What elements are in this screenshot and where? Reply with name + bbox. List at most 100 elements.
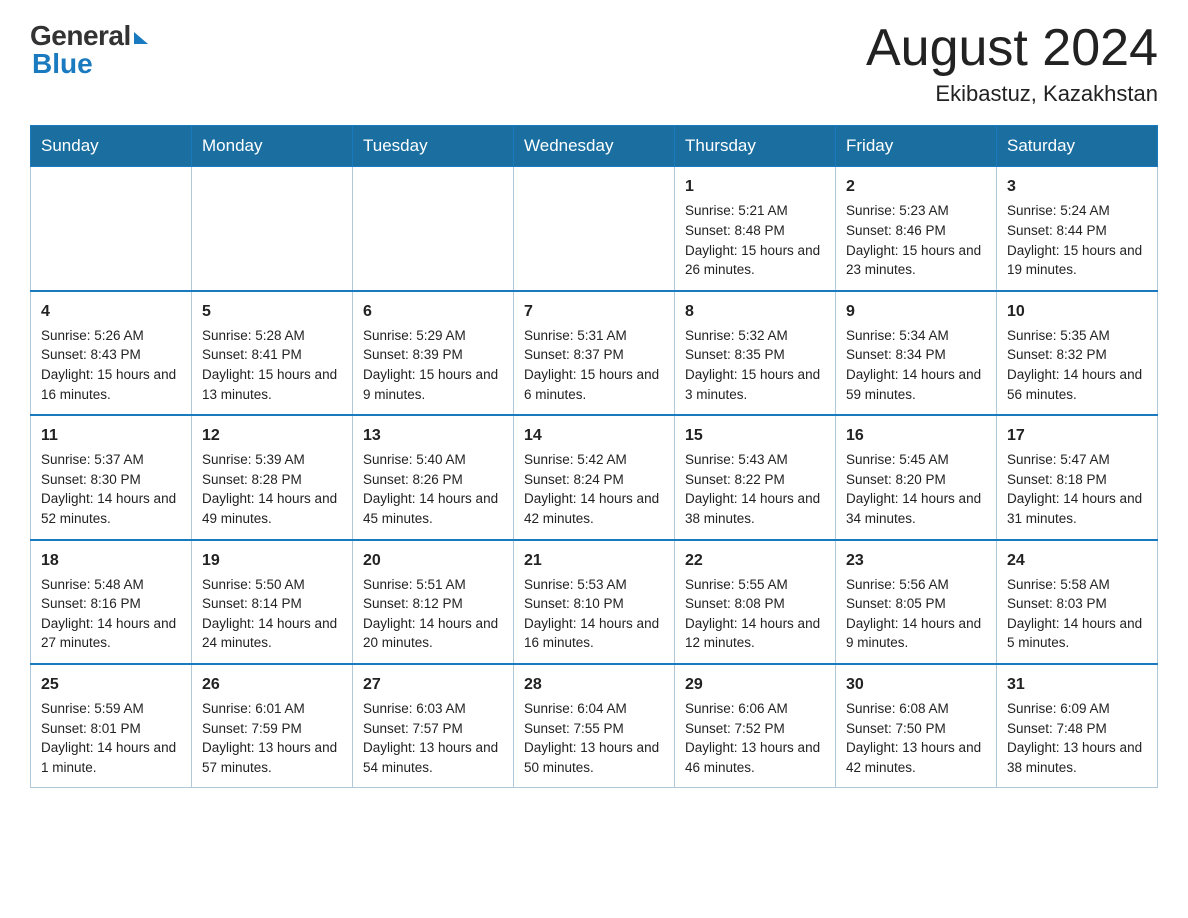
day-info: Sunrise: 5:24 AMSunset: 8:44 PMDaylight:…: [1007, 201, 1147, 279]
day-info: Sunrise: 5:37 AMSunset: 8:30 PMDaylight:…: [41, 450, 181, 528]
title-block: August 2024 Ekibastuz, Kazakhstan: [866, 20, 1158, 107]
day-number: 6: [363, 300, 503, 323]
day-number: 5: [202, 300, 342, 323]
calendar-cell: 26 Sunrise: 6:01 AMSunset: 7:59 PMDayligh…: [192, 664, 353, 788]
calendar-cell: 17 Sunrise: 5:47 AMSunset: 8:18 PMDayligh…: [997, 415, 1158, 539]
day-number: 17: [1007, 424, 1147, 447]
day-number: 23: [846, 549, 986, 572]
calendar-cell: 19Sunrise: 5:50 AMSunset: 8:14 PMDayligh…: [192, 540, 353, 664]
day-number: 15: [685, 424, 825, 447]
day-number: 7: [524, 300, 664, 323]
day-number: 31: [1007, 673, 1147, 696]
calendar-cell: 24Sunrise: 5:58 AMSunset: 8:03 PMDayligh…: [997, 540, 1158, 664]
day-number: 4: [41, 300, 181, 323]
day-number: 8: [685, 300, 825, 323]
day-info: Sunrise: 6:08 AMSunset: 7:50 PMDaylight:…: [846, 699, 986, 777]
day-info: Sunrise: 5:42 AMSunset: 8:24 PMDaylight:…: [524, 450, 664, 528]
location-text: Ekibastuz, Kazakhstan: [866, 81, 1158, 107]
day-info: Sunrise: 6:06 AMSunset: 7:52 PMDaylight:…: [685, 699, 825, 777]
calendar-cell: 4 Sunrise: 5:26 AMSunset: 8:43 PMDaylight…: [31, 291, 192, 415]
calendar-cell: 5 Sunrise: 5:28 AMSunset: 8:41 PMDaylight…: [192, 291, 353, 415]
calendar-cell: 12 Sunrise: 5:39 AMSunset: 8:28 PMDayligh…: [192, 415, 353, 539]
day-info: Sunrise: 5:56 AMSunset: 8:05 PMDaylight:…: [846, 575, 986, 653]
day-info: Sunrise: 5:35 AMSunset: 8:32 PMDaylight:…: [1007, 326, 1147, 404]
day-info: Sunrise: 6:09 AMSunset: 7:48 PMDaylight:…: [1007, 699, 1147, 777]
calendar-cell: [353, 167, 514, 291]
calendar-cell: 10 Sunrise: 5:35 AMSunset: 8:32 PMDayligh…: [997, 291, 1158, 415]
calendar-cell: 27 Sunrise: 6:03 AMSunset: 7:57 PMDayligh…: [353, 664, 514, 788]
day-info: Sunrise: 5:51 AMSunset: 8:12 PMDaylight:…: [363, 575, 503, 653]
day-number: 12: [202, 424, 342, 447]
day-info: Sunrise: 6:04 AMSunset: 7:55 PMDaylight:…: [524, 699, 664, 777]
day-info: Sunrise: 5:47 AMSunset: 8:18 PMDaylight:…: [1007, 450, 1147, 528]
calendar-cell: 28 Sunrise: 6:04 AMSunset: 7:55 PMDayligh…: [514, 664, 675, 788]
calendar-week-row: 18 Sunrise: 5:48 AMSunset: 8:16 PMDayligh…: [31, 540, 1158, 664]
day-number: 10: [1007, 300, 1147, 323]
day-info: Sunrise: 5:21 AMSunset: 8:48 PMDaylight:…: [685, 201, 825, 279]
calendar-header-wednesday: Wednesday: [514, 126, 675, 167]
calendar-cell: 1 Sunrise: 5:21 AMSunset: 8:48 PMDaylight…: [675, 167, 836, 291]
day-number: 27: [363, 673, 503, 696]
day-number: 28: [524, 673, 664, 696]
calendar-cell: 18 Sunrise: 5:48 AMSunset: 8:16 PMDayligh…: [31, 540, 192, 664]
calendar-cell: [192, 167, 353, 291]
day-info: Sunrise: 5:39 AMSunset: 8:28 PMDaylight:…: [202, 450, 342, 528]
day-info: Sunrise: 5:26 AMSunset: 8:43 PMDaylight:…: [41, 326, 181, 404]
calendar-cell: 11 Sunrise: 5:37 AMSunset: 8:30 PMDayligh…: [31, 415, 192, 539]
calendar-cell: 23 Sunrise: 5:56 AMSunset: 8:05 PMDayligh…: [836, 540, 997, 664]
day-info: Sunrise: 5:53 AMSunset: 8:10 PMDaylight:…: [524, 575, 664, 653]
day-number: 9: [846, 300, 986, 323]
calendar-cell: 21 Sunrise: 5:53 AMSunset: 8:10 PMDayligh…: [514, 540, 675, 664]
day-info: Sunrise: 5:32 AMSunset: 8:35 PMDaylight:…: [685, 326, 825, 404]
calendar-cell: 20 Sunrise: 5:51 AMSunset: 8:12 PMDayligh…: [353, 540, 514, 664]
day-info: Sunrise: 6:03 AMSunset: 7:57 PMDaylight:…: [363, 699, 503, 777]
calendar-cell: [31, 167, 192, 291]
calendar-header-row: SundayMondayTuesdayWednesdayThursdayFrid…: [31, 126, 1158, 167]
day-info: Sunrise: 5:45 AMSunset: 8:20 PMDaylight:…: [846, 450, 986, 528]
day-number: 21: [524, 549, 664, 572]
logo: General Blue: [30, 20, 148, 80]
day-info: Sunrise: 5:23 AMSunset: 8:46 PMDaylight:…: [846, 201, 986, 279]
calendar-week-row: 11 Sunrise: 5:37 AMSunset: 8:30 PMDayligh…: [31, 415, 1158, 539]
day-number: 16: [846, 424, 986, 447]
day-number: 22: [685, 549, 825, 572]
calendar-cell: 22Sunrise: 5:55 AMSunset: 8:08 PMDayligh…: [675, 540, 836, 664]
page-header: General Blue August 2024 Ekibastuz, Kaza…: [30, 20, 1158, 107]
day-info: Sunrise: 5:59 AMSunset: 8:01 PMDaylight:…: [41, 699, 181, 777]
calendar-week-row: 1 Sunrise: 5:21 AMSunset: 8:48 PMDaylight…: [31, 167, 1158, 291]
day-number: 30: [846, 673, 986, 696]
day-number: 26: [202, 673, 342, 696]
day-number: 2: [846, 175, 986, 198]
calendar-header-sunday: Sunday: [31, 126, 192, 167]
calendar-cell: 14Sunrise: 5:42 AMSunset: 8:24 PMDayligh…: [514, 415, 675, 539]
day-info: Sunrise: 5:43 AMSunset: 8:22 PMDaylight:…: [685, 450, 825, 528]
month-title: August 2024: [866, 20, 1158, 77]
calendar-header-monday: Monday: [192, 126, 353, 167]
calendar-header-friday: Friday: [836, 126, 997, 167]
day-number: 1: [685, 175, 825, 198]
calendar-week-row: 25 Sunrise: 5:59 AMSunset: 8:01 PMDayligh…: [31, 664, 1158, 788]
calendar-cell: 25 Sunrise: 5:59 AMSunset: 8:01 PMDayligh…: [31, 664, 192, 788]
day-number: 13: [363, 424, 503, 447]
calendar-week-row: 4 Sunrise: 5:26 AMSunset: 8:43 PMDaylight…: [31, 291, 1158, 415]
day-number: 29: [685, 673, 825, 696]
day-info: Sunrise: 6:01 AMSunset: 7:59 PMDaylight:…: [202, 699, 342, 777]
day-number: 25: [41, 673, 181, 696]
day-info: Sunrise: 5:50 AMSunset: 8:14 PMDaylight:…: [202, 575, 342, 653]
day-number: 24: [1007, 549, 1147, 572]
calendar-cell: 2 Sunrise: 5:23 AMSunset: 8:46 PMDaylight…: [836, 167, 997, 291]
calendar-header-tuesday: Tuesday: [353, 126, 514, 167]
day-info: Sunrise: 5:48 AMSunset: 8:16 PMDaylight:…: [41, 575, 181, 653]
day-number: 3: [1007, 175, 1147, 198]
logo-triangle-icon: [134, 32, 148, 44]
calendar-cell: 31 Sunrise: 6:09 AMSunset: 7:48 PMDayligh…: [997, 664, 1158, 788]
day-number: 20: [363, 549, 503, 572]
calendar-cell: 9Sunrise: 5:34 AMSunset: 8:34 PMDaylight…: [836, 291, 997, 415]
day-number: 11: [41, 424, 181, 447]
day-number: 18: [41, 549, 181, 572]
day-info: Sunrise: 5:28 AMSunset: 8:41 PMDaylight:…: [202, 326, 342, 404]
day-info: Sunrise: 5:31 AMSunset: 8:37 PMDaylight:…: [524, 326, 664, 404]
logo-blue-text: Blue: [32, 48, 93, 80]
calendar-cell: 15 Sunrise: 5:43 AMSunset: 8:22 PMDayligh…: [675, 415, 836, 539]
calendar-table: SundayMondayTuesdayWednesdayThursdayFrid…: [30, 125, 1158, 788]
